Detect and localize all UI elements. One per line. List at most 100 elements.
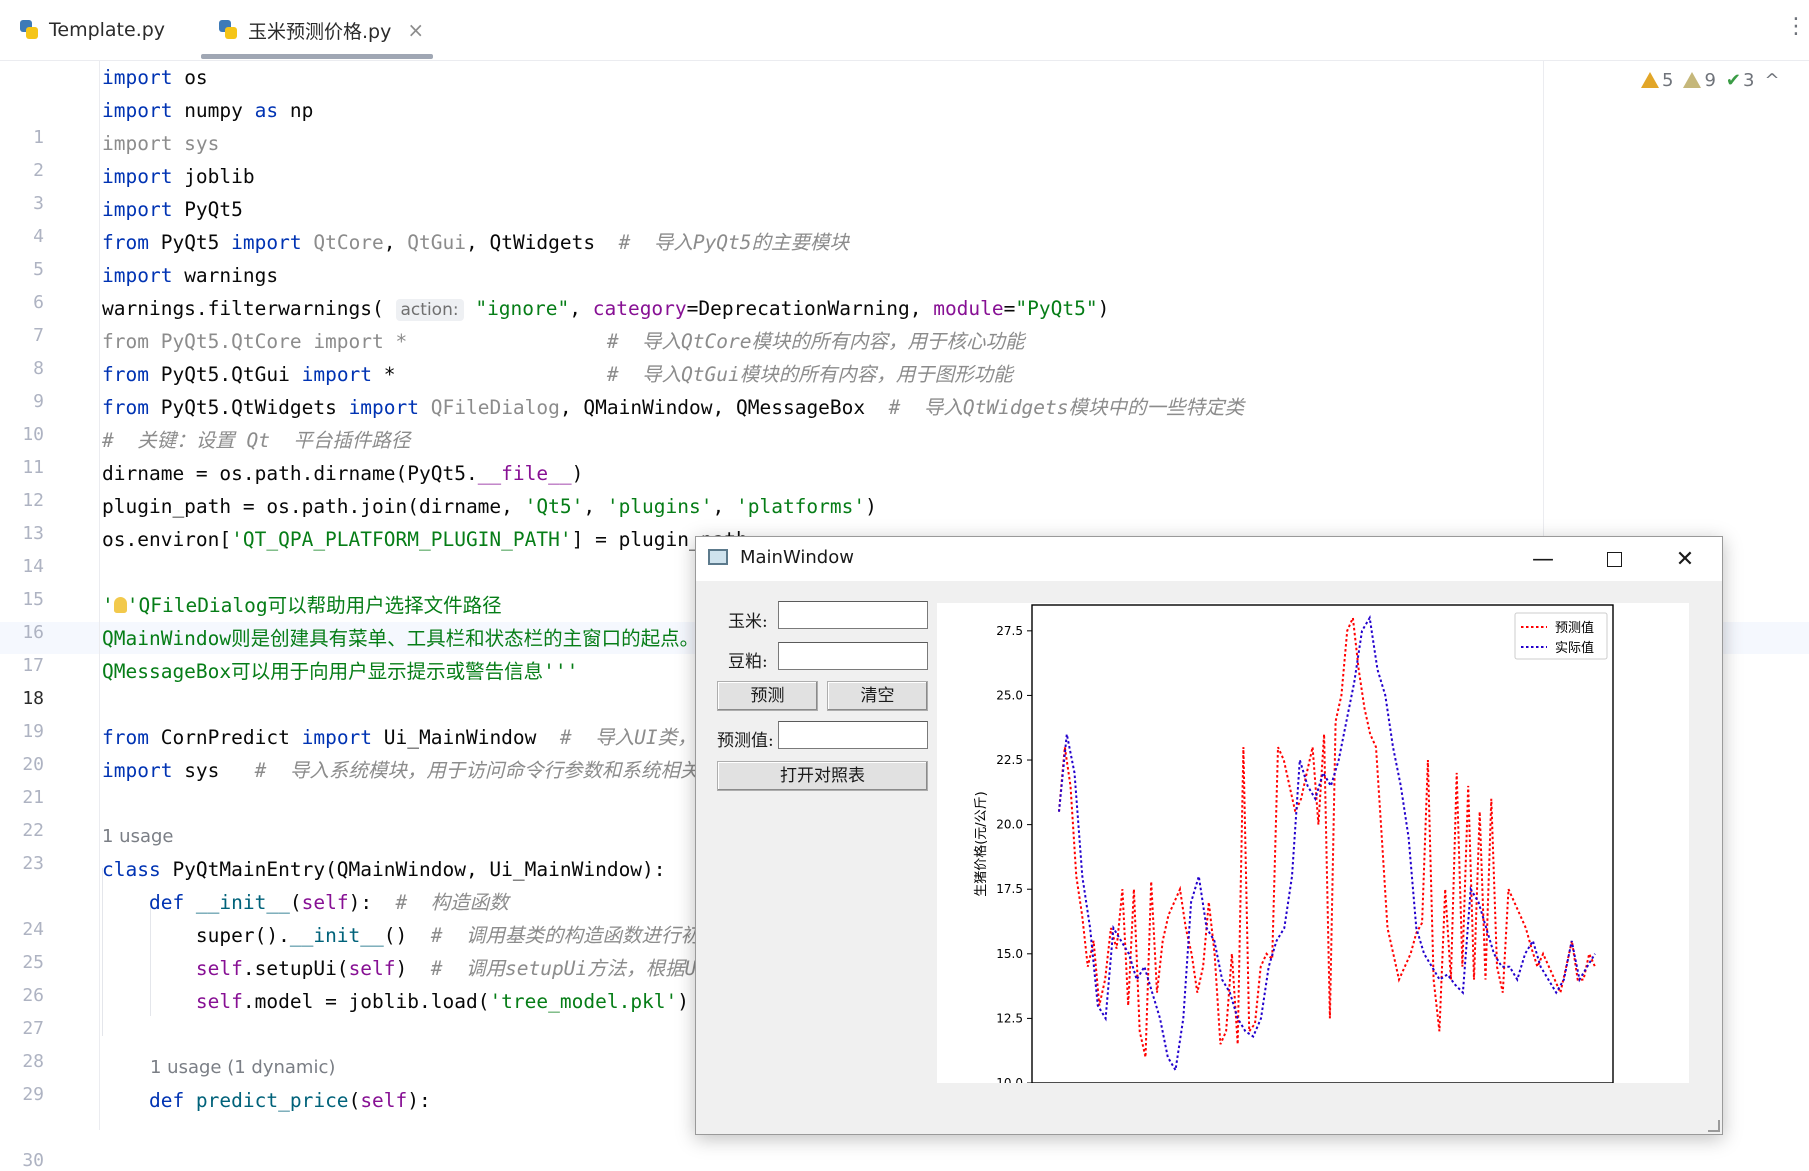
window-title-bar[interactable]: MainWindow — ✕ [696,537,1722,581]
code-line-30[interactable]: def predict_price(self): [102,1084,431,1117]
maximize-button[interactable] [1579,537,1649,581]
python-file-icon [217,19,239,41]
line-number[interactable]: 19 [0,721,44,742]
line-number[interactable]: 28 [0,1051,44,1072]
open-table-button[interactable]: 打开对照表 [717,761,928,791]
line-number[interactable]: 22 [0,820,44,841]
line-number[interactable]: 3 [0,193,44,214]
tab-corn-price-py[interactable]: 玉米预测价格.py × [217,0,424,60]
code-line-15[interactable]: os.environ['QT_QPA_PLATFORM_PLUGIN_PATH'… [102,523,748,556]
line-number[interactable]: 23 [0,853,44,874]
tab-label: Template.py [49,19,166,41]
python-file-icon [18,19,40,41]
code-line-22[interactable]: import sys # 导入系统模块，用于访问命令行参数和系统相关功 [102,754,719,787]
parameter-hint: action: [395,299,464,321]
line-number[interactable]: 12 [0,490,44,511]
line-number[interactable]: 9 [0,391,44,412]
line-number[interactable]: 25 [0,952,44,973]
qt-main-window: MainWindow — ✕ 玉米: 豆粕: 预测 清空 预测值: 打开对照表 … [695,536,1723,1135]
warning-count[interactable]: 5 [1641,70,1673,91]
line-number[interactable]: 27 [0,1018,44,1039]
typo-count[interactable]: ✔ 3 [1726,70,1755,91]
y-tick-label: 15.0 [996,947,1023,961]
code-line-27[interactable]: self.setupUi(self) # 调用setupUi方法，根据Ui [102,952,708,985]
tab-menu-icon[interactable]: ⋮ [1785,14,1807,39]
line-number[interactable]: 7 [0,325,44,346]
corn-input[interactable] [778,601,928,629]
code-line-9[interactable]: from PyQt5.QtCore import * # 导入QtCore模块的… [102,325,1025,358]
lightbulb-icon[interactable] [113,597,127,613]
line-number[interactable]: 4 [0,226,44,247]
tab-label: 玉米预测价格.py [248,20,392,43]
soy-input[interactable] [778,642,928,670]
code-line-19[interactable]: QMessageBox可以用于向用户显示提示或警告信息''' [102,655,578,688]
weak-warning-count[interactable]: 9 [1683,70,1716,91]
line-number[interactable]: 8 [0,358,44,379]
code-line-25[interactable]: def __init__(self): # 构造函数 [102,886,509,919]
code-line-6[interactable]: from PyQt5 import QtCore, QtGui, QtWidge… [102,226,849,259]
predicted-value-output[interactable] [778,721,928,749]
code-line-2[interactable]: import numpy as np [102,94,313,127]
line-number[interactable]: 2 [0,160,44,181]
collapse-inspections-icon[interactable]: ^ [1764,70,1779,91]
minimize-button[interactable]: — [1508,537,1578,581]
clear-button[interactable]: 清空 [827,681,928,711]
code-line-21[interactable]: from CornPredict import Ui_MainWindow # … [102,721,697,754]
usage-hint[interactable]: 1 usage (1 dynamic) [150,1057,335,1078]
code-line-18[interactable]: QMainWindow则是创建具有菜单、工具栏和状态栏的主窗口的起点。 [102,622,699,655]
line-number[interactable]: 14 [0,556,44,577]
legend-label: 实际值 [1555,640,1594,656]
line-number[interactable]: 26 [0,985,44,1006]
line-number[interactable]: 21 [0,787,44,808]
legend-label: 预测值 [1555,620,1594,636]
maximize-icon [1606,551,1622,567]
y-tick-label: 12.5 [996,1011,1023,1025]
code-line-7[interactable]: import warnings [102,259,278,292]
line-number[interactable]: 29 [0,1084,44,1105]
y-tick-label: 25.0 [996,688,1023,702]
tab-template-py[interactable]: Template.py [18,0,165,60]
code-line-5[interactable]: import PyQt5 [102,193,243,226]
close-tab-icon[interactable]: × [407,18,424,42]
code-line-11[interactable]: from PyQt5.QtWidgets import QFileDialog,… [102,391,1244,424]
usage-hint[interactable]: 1 usage [102,826,174,847]
line-number[interactable]: 5 [0,259,44,280]
code-line-14[interactable]: plugin_path = os.path.join(dirname, 'Qt5… [102,490,877,523]
y-tick-label: 22.5 [996,753,1023,767]
code-line-12[interactable]: # 关键：设置 Qt 平台插件路径 [102,424,410,457]
close-button[interactable]: ✕ [1650,537,1720,581]
line-number[interactable]: 11 [0,457,44,478]
line-number[interactable]: 15 [0,589,44,610]
y-tick-label: 10.0 [996,1076,1023,1083]
code-line-17[interactable]: ' 'QFileDialog可以帮助用户选择文件路径 [102,589,502,622]
line-number[interactable]: 1 [0,127,44,148]
code-line-24[interactable]: class PyQtMainEntry(QMainWindow, Ui_Main… [102,853,666,886]
line-number[interactable]: 13 [0,523,44,544]
y-axis-label: 生猪价格(元/公斤) [973,791,989,897]
code-line-10[interactable]: from PyQt5.QtGui import * # 导入QtGui模块的所有… [102,358,1013,391]
line-number[interactable]: 16 [0,622,44,643]
line-number[interactable]: 6 [0,292,44,313]
y-tick-label: 17.5 [996,882,1023,896]
code-line-8[interactable]: warnings.filterwarnings( action: "ignore… [102,292,1109,327]
check-icon: ✔ [1725,70,1741,91]
line-number[interactable]: 18 [0,688,44,709]
resize-grip[interactable] [1708,1120,1720,1132]
line-number[interactable]: 20 [0,754,44,775]
code-line-4[interactable]: import joblib [102,160,255,193]
series-line-1 [1058,614,1596,1074]
plot-frame [1031,604,1614,1084]
soy-label: 豆粕: [728,652,768,672]
code-line-13[interactable]: dirname = os.path.dirname(PyQt5.__file__… [102,457,583,490]
corn-label: 玉米: [728,612,768,632]
line-number[interactable]: 30 [0,1150,44,1171]
code-line-26[interactable]: super().__init__() # 调用基类的构造函数进行初 [102,919,700,952]
line-number[interactable]: 17 [0,655,44,676]
code-line-3[interactable]: import sys [102,127,219,160]
code-line-1[interactable]: import os [102,61,208,94]
line-number[interactable]: 24 [0,919,44,940]
predict-button[interactable]: 预测 [717,681,818,711]
code-line-28[interactable]: self.model = joblib.load('tree_model.pkl… [102,985,689,1018]
inspection-widget[interactable]: 5 9 ✔ 3 ^ [1641,70,1780,91]
line-number[interactable]: 10 [0,424,44,445]
